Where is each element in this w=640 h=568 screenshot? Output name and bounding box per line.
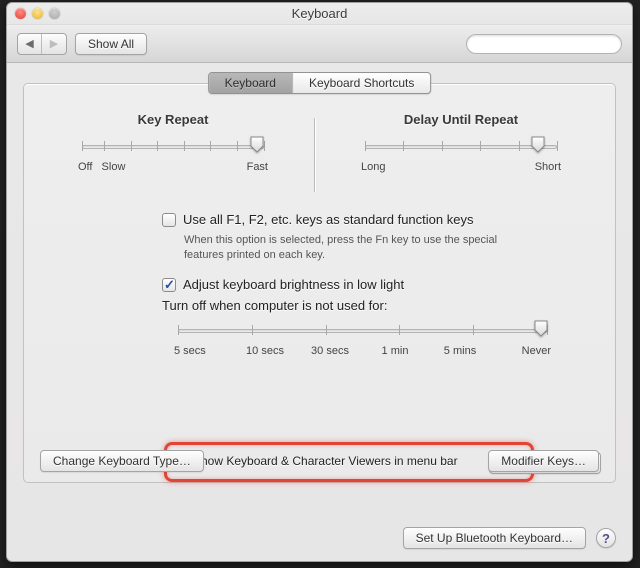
show-all-button[interactable]: Show All	[75, 33, 147, 55]
help-button[interactable]: ?	[596, 528, 616, 548]
turnoff-tick-label: 10 secs	[239, 345, 291, 357]
fn-keys-checkbox[interactable]	[162, 213, 176, 227]
fn-keys-hint: When this option is selected, press the …	[184, 233, 524, 263]
slider-thumb[interactable]	[250, 136, 264, 153]
change-keyboard-type-button[interactable]: Change Keyboard Type…	[40, 450, 204, 472]
turnoff-tick-label: 5 secs	[174, 345, 226, 357]
tab-shortcuts[interactable]: Keyboard Shortcuts	[293, 73, 430, 93]
turnoff-tick-label: 5 mins	[434, 345, 486, 357]
search-field[interactable]	[466, 34, 622, 54]
back-button[interactable]: ◀	[18, 34, 42, 54]
tab-keyboard[interactable]: Keyboard	[209, 73, 293, 93]
turnoff-tick-label: 1 min	[369, 345, 421, 357]
brightness-label: Adjust keyboard brightness in low light	[183, 277, 404, 292]
bluetooth-keyboard-button[interactable]: Set Up Bluetooth Keyboard…	[403, 527, 586, 549]
turnoff-label: Turn off when computer is not used for:	[162, 298, 387, 313]
slider-thumb[interactable]	[534, 320, 548, 337]
key-repeat-slider[interactable]	[82, 139, 264, 155]
nav-segment: ◀ ▶	[17, 33, 67, 55]
turnoff-tick-label: 30 secs	[304, 345, 356, 357]
turnoff-slider[interactable]	[178, 323, 547, 339]
zoom-icon	[49, 8, 60, 19]
preferences-panel: Keyboard Keyboard Shortcuts Key Repeat O…	[23, 83, 616, 483]
modifier-keys-button[interactable]: Modifier Keys…	[488, 450, 599, 472]
close-icon[interactable]	[15, 8, 26, 19]
key-repeat-fast-label: Fast	[247, 161, 268, 173]
delay-repeat-slider[interactable]	[365, 139, 557, 155]
delay-long-label: Long	[361, 161, 385, 173]
delay-repeat-title: Delay Until Repeat	[361, 112, 561, 127]
window-title: Keyboard	[15, 6, 624, 21]
brightness-checkbox[interactable]	[162, 278, 176, 292]
key-repeat-title: Key Repeat	[78, 112, 268, 127]
slider-thumb[interactable]	[531, 136, 545, 153]
forward-button: ▶	[42, 34, 66, 54]
key-repeat-off-label: Off	[78, 161, 92, 173]
turnoff-tick-label: Never	[499, 345, 551, 357]
toolbar: ◀ ▶ Show All	[7, 25, 632, 63]
search-input[interactable]	[477, 36, 636, 52]
fn-keys-label: Use all F1, F2, etc. keys as standard fu…	[183, 212, 473, 227]
delay-short-label: Short	[535, 161, 561, 173]
key-repeat-slow-label: Slow	[102, 161, 126, 173]
divider	[314, 118, 315, 192]
minimize-icon[interactable]	[32, 8, 43, 19]
